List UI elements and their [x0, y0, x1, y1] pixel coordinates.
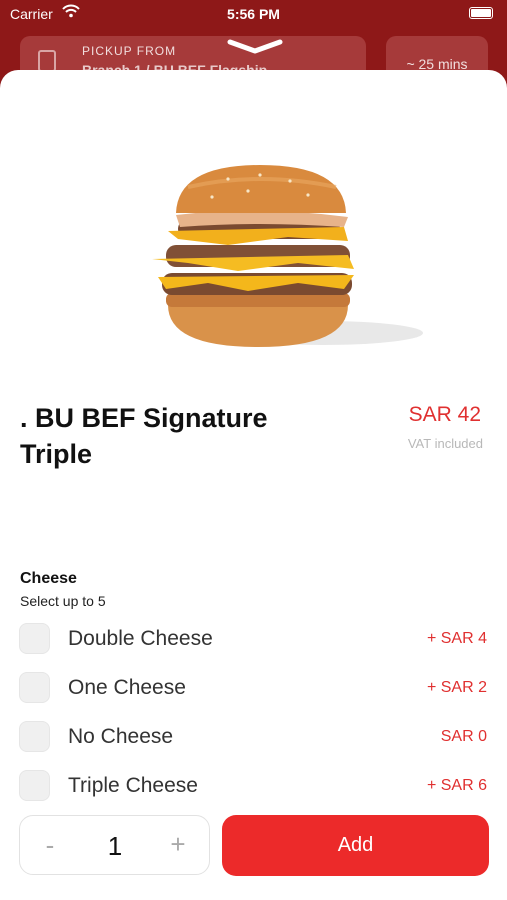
option-price: + SAR 6: [426, 777, 487, 794]
battery-icon: [469, 7, 493, 19]
increment-button[interactable]: +: [166, 829, 190, 860]
burger-image: [152, 165, 423, 347]
checkbox[interactable]: [19, 623, 50, 654]
option-row-double-cheese[interactable]: Double Cheese + SAR 4: [0, 619, 507, 659]
option-name: One Cheese: [68, 676, 186, 699]
quantity-value: 1: [107, 831, 123, 861]
product-sheet: . BU BEF Signature Triple SAR 42 VAT inc…: [0, 70, 507, 900]
checkbox[interactable]: [19, 770, 50, 801]
option-price: SAR 0: [440, 728, 487, 745]
option-price: + SAR 4: [426, 630, 487, 647]
bag-icon: [38, 50, 56, 72]
option-price: + SAR 2: [426, 679, 487, 696]
decrement-button[interactable]: -: [38, 830, 62, 861]
option-row-triple-cheese[interactable]: Triple Cheese + SAR 6: [0, 766, 507, 806]
option-row-no-cheese[interactable]: No Cheese SAR 0: [0, 717, 507, 757]
status-bar: Carrier 5:56 PM: [0, 0, 507, 28]
product-price: SAR 42: [408, 403, 481, 426]
option-group-title: Cheese: [20, 570, 77, 587]
product-title: . BU BEF Signature Triple: [20, 403, 268, 469]
checkbox[interactable]: [19, 672, 50, 703]
checkbox[interactable]: [19, 721, 50, 752]
option-name: Triple Cheese: [68, 774, 198, 797]
option-name: Double Cheese: [68, 627, 213, 650]
chevron-down-icon[interactable]: [226, 38, 284, 56]
status-time: 5:56 PM: [227, 6, 280, 22]
option-row-one-cheese[interactable]: One Cheese + SAR 2: [0, 668, 507, 708]
pickup-label: PICKUP FROM: [82, 44, 177, 58]
option-name: No Cheese: [68, 725, 174, 748]
add-to-cart-button[interactable]: Add: [222, 815, 489, 876]
vat-note: VAT included: [407, 436, 483, 451]
option-group-subtitle: Select up to 5: [20, 593, 106, 609]
quantity-stepper: - 1 +: [19, 815, 210, 875]
